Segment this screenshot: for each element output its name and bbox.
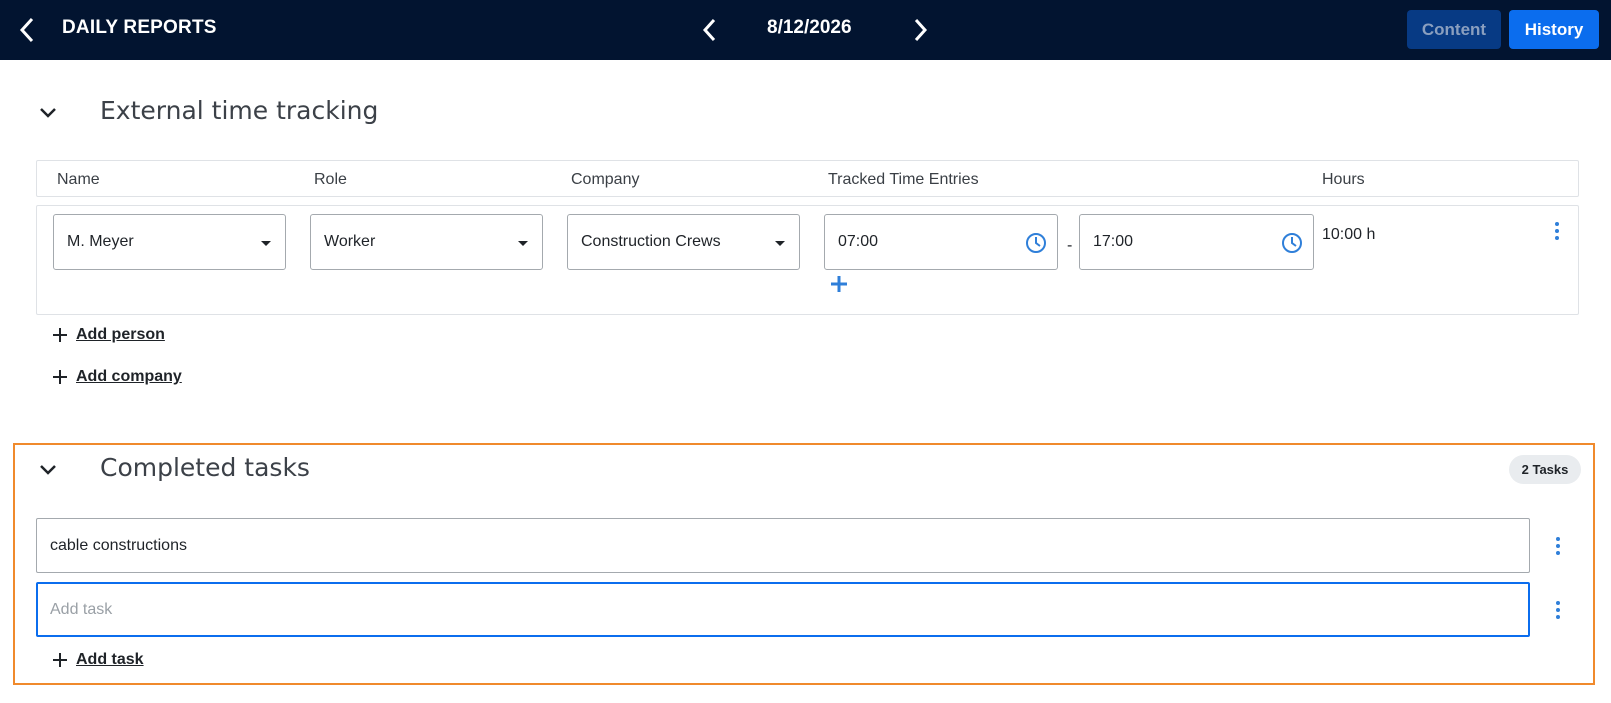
hours-value: 10:00 h [1322,226,1376,243]
add-task-link[interactable]: Add task [50,650,144,670]
time-tracking-title: External time tracking [100,96,379,125]
back-button[interactable] [10,12,46,48]
end-time-input[interactable]: 17:00 [1079,214,1314,270]
table-row: M. Meyer Worker Construction Crews 07:00… [36,205,1579,315]
time-tracking-table-header: Name Role Company Tracked Time Entries H… [36,160,1579,197]
collapse-completed-tasks-button[interactable] [33,455,63,485]
name-value: M. Meyer [67,233,134,250]
end-time-value: 17:00 [1093,233,1134,250]
add-company-label: Add company [76,368,182,385]
task-input[interactable] [36,518,1530,573]
column-header-tracked-time: Tracked Time Entries [828,171,979,188]
column-header-name: Name [57,171,100,188]
start-time-value: 07:00 [838,233,879,250]
kebab-menu-icon [1556,537,1560,555]
dropdown-caret-icon [775,241,785,246]
history-button[interactable]: History [1509,10,1599,49]
add-person-link[interactable]: Add person [50,325,165,345]
top-bar: DAILY REPORTS 8/12/2026 Content History [0,0,1611,60]
company-select[interactable]: Construction Crews [567,214,800,270]
company-value: Construction Crews [581,233,721,250]
next-date-button[interactable] [902,12,938,48]
column-header-role: Role [314,171,347,188]
tasks-count-badge: 2 Tasks [1509,455,1581,484]
completed-tasks-title: Completed tasks [100,453,310,482]
column-header-hours: Hours [1322,171,1365,188]
chevron-down-icon [40,108,56,118]
plus-icon [53,370,67,384]
add-company-link[interactable]: Add company [50,367,182,387]
app-title: DAILY REPORTS [62,17,217,38]
chevron-left-icon [19,17,34,43]
role-value: Worker [324,233,376,250]
dropdown-caret-icon [518,241,528,246]
plus-icon [53,328,67,342]
role-select[interactable]: Worker [310,214,543,270]
previous-date-button[interactable] [692,12,728,48]
add-task-label: Add task [76,651,144,668]
new-task-more-button[interactable] [1548,596,1568,624]
chevron-left-icon [702,18,716,42]
time-separator: - [1067,237,1073,254]
task-more-button[interactable] [1548,532,1568,560]
dropdown-caret-icon [261,241,271,246]
chevron-right-icon [914,18,928,42]
clock-icon[interactable] [1025,232,1047,254]
plus-icon [53,653,67,667]
content-button[interactable]: Content [1407,10,1501,49]
collapse-time-tracking-button[interactable] [33,98,63,128]
new-task-input[interactable] [36,582,1530,637]
plus-icon [831,276,847,292]
start-time-input[interactable]: 07:00 [824,214,1058,270]
current-date[interactable]: 8/12/2026 [767,17,852,39]
column-header-company: Company [571,171,640,188]
chevron-down-icon [40,465,56,475]
add-person-label: Add person [76,326,165,343]
row-more-button[interactable] [1547,217,1567,245]
kebab-menu-icon [1556,601,1560,619]
add-time-entry-button[interactable] [825,270,853,298]
name-select[interactable]: M. Meyer [53,214,286,270]
clock-icon[interactable] [1281,232,1303,254]
kebab-menu-icon [1555,222,1559,240]
